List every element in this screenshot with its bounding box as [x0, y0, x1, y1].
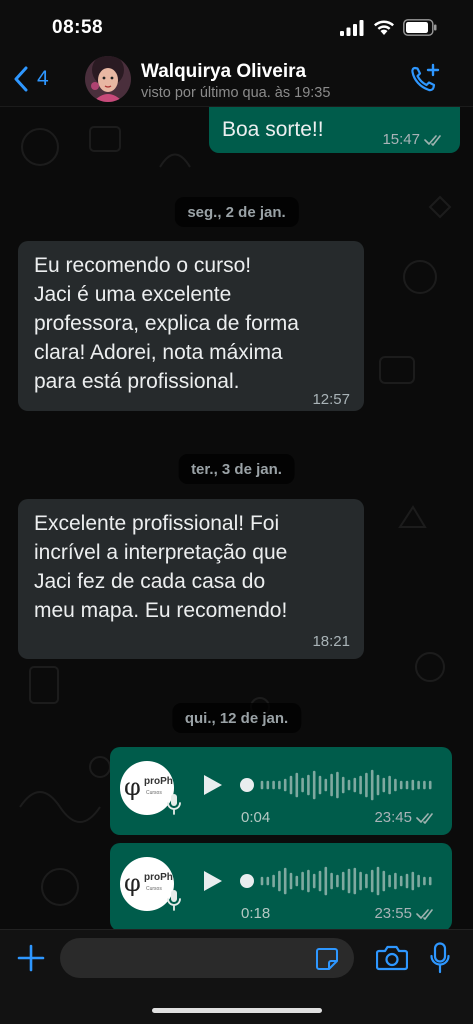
voice-message[interactable]: φ proPhi Cursos 0:18 23:55 [110, 843, 452, 929]
message-meta: 15:47 [382, 125, 446, 154]
read-ticks-icon [416, 908, 433, 920]
message-time: 23:45 [374, 809, 412, 826]
waveform[interactable] [240, 769, 436, 801]
back-chevron-icon [14, 66, 28, 92]
battery-icon [403, 19, 437, 36]
outgoing-message[interactable]: Boa sorte!! 15:47 [209, 107, 460, 153]
sticker-icon[interactable] [315, 947, 339, 971]
avatar[interactable] [85, 56, 131, 102]
contact-name[interactable]: Walquirya Oliveira [141, 61, 306, 83]
read-ticks-icon [424, 134, 441, 146]
home-indicator [152, 1008, 322, 1013]
message-meta: 23:55 [374, 905, 438, 922]
input-bar [0, 929, 473, 1024]
back-button[interactable]: 4 [12, 62, 60, 96]
date-separator: qui., 12 de jan. [171, 703, 302, 733]
wifi-icon [374, 20, 394, 35]
microphone-icon[interactable] [430, 942, 450, 974]
play-icon[interactable] [202, 869, 224, 893]
message-time: 12:57 [312, 391, 350, 408]
message-input[interactable] [60, 938, 354, 978]
play-icon[interactable] [202, 773, 224, 797]
incoming-message[interactable]: Excelente profissional! Foi incrível a i… [18, 499, 364, 659]
message-time: 18:21 [312, 633, 350, 650]
unread-count: 4 [37, 67, 49, 90]
plus-icon[interactable] [17, 944, 45, 972]
message-text: Boa sorte!! [222, 118, 324, 141]
status-time: 08:58 [52, 17, 104, 38]
last-seen-status: visto por último qua. às 19:35 [141, 85, 331, 101]
message-text: Excelente profissional! Foi incrível a i… [34, 512, 288, 622]
signal-icon [340, 20, 364, 36]
voice-message[interactable]: φ proPhi Cursos 0:04 23:45 [110, 747, 452, 835]
date-separator: seg., 2 de jan. [174, 197, 299, 227]
chat-header: 4 Walquirya Oliveira visto por último qu… [0, 52, 473, 107]
message-text: Eu recomendo o curso! Jaci é uma excelen… [34, 254, 299, 393]
message-time: 23:55 [374, 905, 412, 922]
read-ticks-icon [416, 812, 433, 824]
message-meta: 23:45 [374, 809, 438, 826]
camera-icon[interactable] [376, 945, 408, 971]
microphone-icon [167, 794, 181, 815]
incoming-message[interactable]: Eu recomendo o curso! Jaci é uma excelen… [18, 241, 364, 411]
date-separator: ter., 3 de jan. [178, 454, 295, 484]
microphone-icon [167, 890, 181, 911]
voice-duration: 0:04 [241, 809, 271, 826]
message-time: 15:47 [382, 131, 420, 148]
status-bar: 08:58 [0, 0, 473, 52]
chat-area[interactable]: Boa sorte!! 15:47 seg., 2 de jan. Eu rec… [0, 107, 473, 929]
add-call-icon[interactable] [409, 63, 441, 95]
voice-duration: 0:18 [241, 905, 271, 922]
waveform[interactable] [240, 865, 436, 897]
